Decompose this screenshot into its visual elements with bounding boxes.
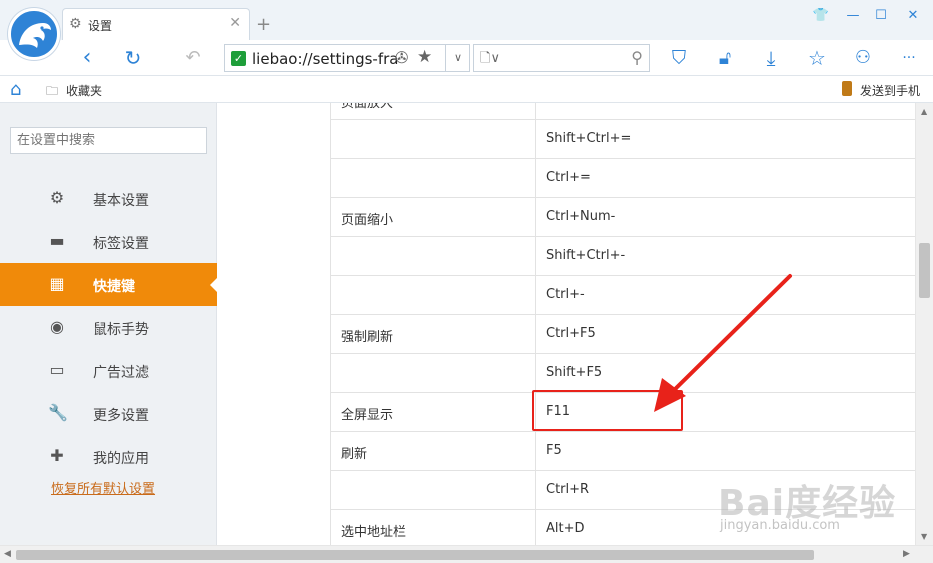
- search-icon[interactable]: ⚲: [631, 48, 643, 67]
- sidebar-item-label: 我的应用: [93, 451, 149, 467]
- watermark-url: jingyan.baidu.com: [720, 518, 840, 533]
- favorites-link[interactable]: 收藏夹: [66, 82, 102, 99]
- sidebar-item-label: 更多设置: [93, 408, 149, 424]
- scroll-left-icon[interactable]: ◀: [4, 549, 11, 559]
- title-bar: ⚙ 设置 ✕ + 👕 — ☐ ✕: [0, 0, 933, 40]
- keys-cell: Ctrl+Num-: [546, 209, 616, 224]
- sidebar-item-label: 鼠标手势: [93, 322, 149, 338]
- action-cell: [331, 276, 536, 314]
- sidebar-item-label: 广告过滤: [93, 365, 149, 381]
- tab-close-icon[interactable]: ✕: [229, 15, 241, 31]
- table-row: 刷新 F5: [331, 432, 915, 471]
- keys-cell: Ctrl+=: [546, 170, 591, 185]
- sidebar-item-ad-filter[interactable]: ▭ 广告过滤: [0, 349, 217, 392]
- gamepad-icon[interactable]: ⚇: [848, 44, 878, 72]
- action-cell: 页面放大: [331, 103, 536, 119]
- scroll-thumb[interactable]: [919, 243, 930, 298]
- action-cell: [331, 120, 536, 158]
- gear-icon: ⚙: [69, 16, 82, 32]
- address-dropdown-icon[interactable]: ∨: [445, 45, 470, 71]
- wrench-icon: 🔧: [48, 403, 68, 422]
- sidebar-item-shortcuts[interactable]: ▦ 快捷键: [0, 263, 218, 306]
- scroll-up-icon[interactable]: ▲: [921, 107, 927, 116]
- nav-bar: ‹ ↻ ↶ ✓ liebao://settings-frame/shortcut…: [0, 40, 933, 76]
- sidebar-item-label: 快捷键: [93, 279, 135, 295]
- annotation-arrow: [654, 274, 792, 412]
- keys-cell: F5: [546, 443, 562, 458]
- shield-icon[interactable]: ⛉: [664, 44, 694, 72]
- sidebar-item-mouse-gestures[interactable]: ◉ 鼠标手势: [0, 306, 217, 349]
- table-row: Shift+F5: [331, 354, 915, 393]
- puzzle-icon: ✚: [50, 446, 64, 465]
- action-cell: 页面缩小: [331, 198, 536, 236]
- window-icon: ▭: [49, 360, 65, 379]
- home-icon[interactable]: ⌂: [10, 79, 21, 100]
- tab-icon: ▬: [49, 231, 65, 250]
- action-cell: 选中地址栏: [331, 510, 536, 545]
- download-icon[interactable]: ⤓: [756, 44, 786, 72]
- folder-icon: 🗀: [46, 84, 59, 98]
- sidebar-item-tabs[interactable]: ▬ 标签设置: [0, 220, 217, 263]
- scroll-down-icon[interactable]: ▼: [921, 532, 927, 541]
- bookmark-star-icon[interactable]: ★: [417, 47, 432, 67]
- back-icon[interactable]: ‹: [72, 44, 102, 72]
- settings-search-input[interactable]: [10, 127, 207, 154]
- sidebar-item-label: 基本设置: [93, 193, 149, 209]
- baidu-watermark: Bai度经验 jingyan.baidu.com: [718, 468, 918, 540]
- cheetah-icon: [19, 23, 51, 48]
- send-to-phone-link[interactable]: 发送到手机: [860, 82, 920, 99]
- more-icon[interactable]: ···: [894, 44, 924, 72]
- refresh-icon[interactable]: ↻: [118, 44, 148, 72]
- action-cell: 全屏显示: [331, 393, 536, 431]
- fan-icon[interactable]: ✇: [395, 48, 408, 67]
- action-cell: [331, 354, 536, 392]
- table-row: Ctrl+-: [331, 276, 915, 315]
- search-box[interactable]: 🗋∨ ⚲: [473, 44, 650, 72]
- address-bar[interactable]: ✓ liebao://settings-frame/shortcut ✇ ★ ∨: [224, 44, 470, 72]
- scroll-thumb[interactable]: [16, 550, 814, 560]
- shortcut-icon: ▦: [49, 274, 65, 293]
- sidebar-item-more-settings[interactable]: 🔧 更多设置: [0, 392, 217, 435]
- action-cell: [331, 159, 536, 197]
- sidebar-item-my-apps[interactable]: ✚ 我的应用: [0, 435, 217, 478]
- secure-check-icon: ✓: [231, 51, 246, 66]
- address-input[interactable]: liebao://settings-frame/shortcut: [252, 50, 398, 68]
- skin-icon[interactable]: 👕: [808, 6, 834, 26]
- keys-cell: Shift+Ctrl+=: [546, 131, 632, 146]
- settings-sidebar: ⚙ 基本设置 ▬ 标签设置 ▦ 快捷键 ◉ 鼠标手势 ▭ 广告过滤 🔧 更多设置…: [0, 103, 218, 545]
- sidebar-item-label: 标签设置: [93, 236, 149, 252]
- close-button[interactable]: ✕: [900, 6, 926, 26]
- table-row: Shift+Ctrl+-: [331, 237, 915, 276]
- sidebar-item-basic[interactable]: ⚙ 基本设置: [0, 177, 217, 220]
- minimize-button[interactable]: —: [840, 6, 866, 26]
- star-icon[interactable]: ☆: [802, 44, 832, 72]
- restore-defaults-link[interactable]: 恢复所有默认设置: [51, 478, 155, 497]
- table-row: 页面缩小 Ctrl+Num-: [331, 198, 915, 237]
- action-cell: [331, 471, 536, 509]
- tab-title: 设置: [88, 19, 113, 33]
- table-row: Shift+Ctrl+=: [331, 120, 915, 159]
- action-cell: 强制刷新: [331, 315, 536, 353]
- liebao-logo[interactable]: [8, 8, 60, 60]
- document-icon: 🗋∨: [480, 51, 500, 66]
- table-row: 强制刷新 Ctrl+F5: [331, 315, 915, 354]
- lock-icon[interactable]: 🔓︎: [710, 44, 740, 72]
- bookmark-bar: ⌂ 🗀 收藏夹 发送到手机: [0, 76, 933, 103]
- action-cell: [331, 237, 536, 275]
- table-row: Ctrl+=: [331, 159, 915, 198]
- new-tab-button[interactable]: +: [256, 14, 271, 35]
- undo-icon[interactable]: ↶: [178, 44, 208, 72]
- tab-settings[interactable]: ⚙ 设置 ✕: [62, 8, 250, 40]
- mouse-icon: ◉: [50, 317, 64, 336]
- table-row: 页面放大Ctrl+Num+: [331, 103, 915, 120]
- gear-icon: ⚙: [49, 188, 65, 207]
- action-cell: 刷新: [331, 432, 536, 470]
- maximize-button[interactable]: ☐: [868, 6, 894, 26]
- horizontal-scrollbar[interactable]: ◀ ▶: [0, 545, 933, 563]
- scroll-right-icon[interactable]: ▶: [903, 549, 910, 559]
- keys-cell: Ctrl+Num+: [536, 103, 915, 119]
- phone-icon: [842, 81, 852, 96]
